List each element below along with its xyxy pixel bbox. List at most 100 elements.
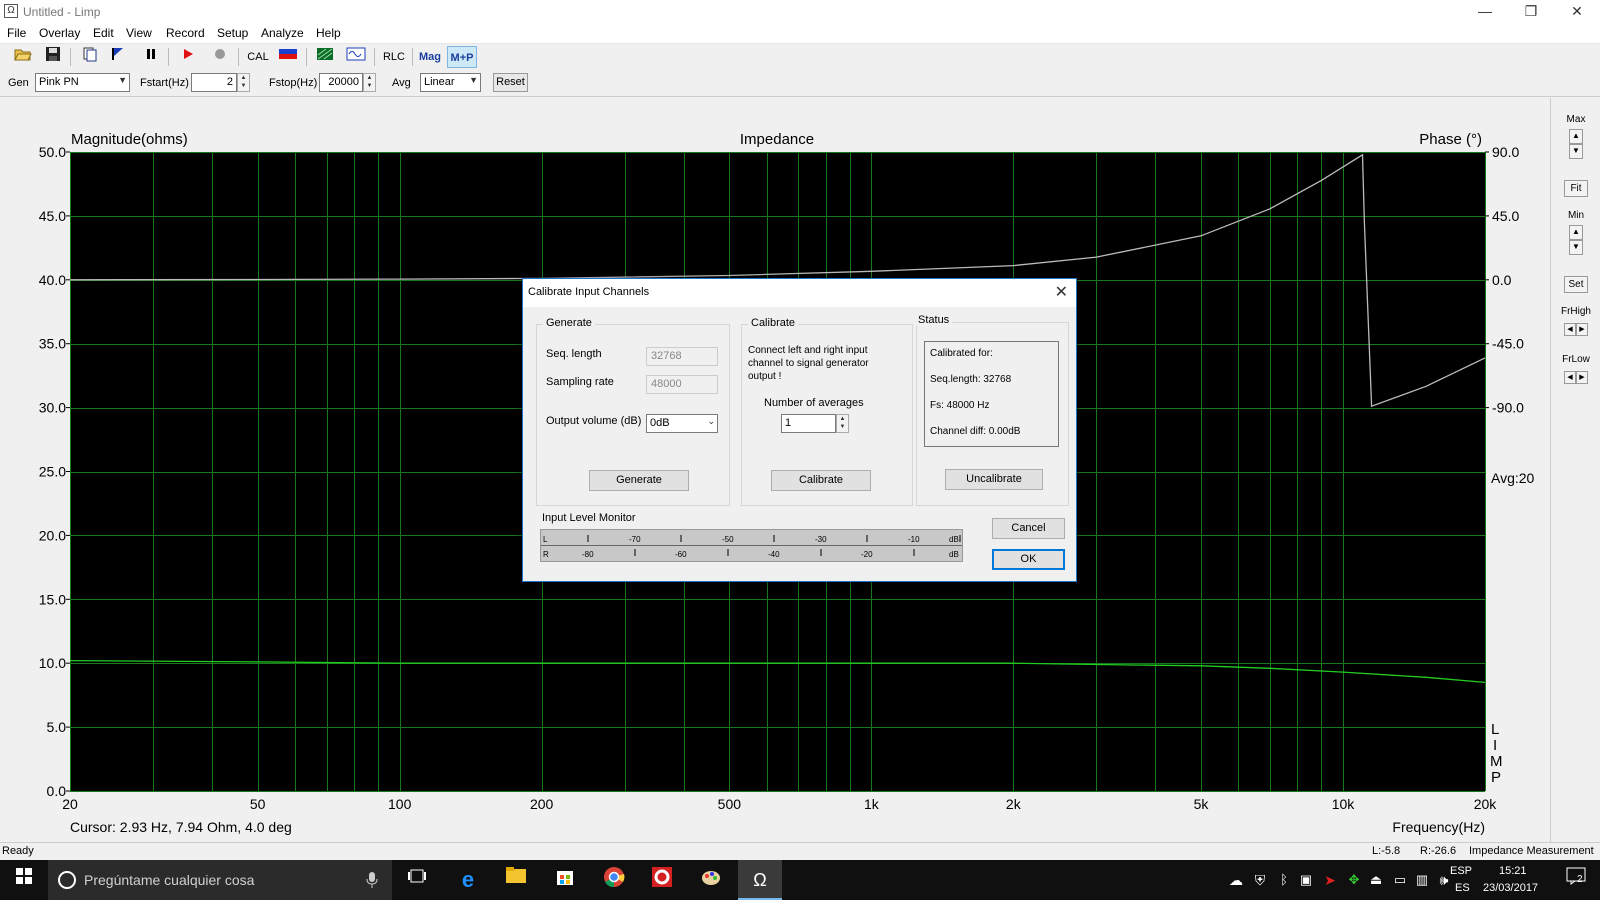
- clock-date[interactable]: 23/03/2017: [1483, 882, 1538, 894]
- output-volume-select[interactable]: 0dB ⌄: [646, 414, 718, 433]
- chart-title: Impedance: [740, 131, 814, 148]
- menu-help[interactable]: Help: [316, 26, 341, 40]
- menu-view[interactable]: View: [126, 26, 152, 40]
- x-tick-label: 200: [530, 796, 554, 812]
- frlow-right-button[interactable]: ▶: [1576, 371, 1588, 384]
- frlow-left-button[interactable]: ◀: [1564, 371, 1576, 384]
- chevron-down-icon: ⌄: [707, 416, 715, 426]
- frhigh-right-button[interactable]: ▶: [1576, 323, 1588, 336]
- averages-input[interactable]: 1: [781, 414, 836, 433]
- gen-select-value: Pink PN: [39, 76, 79, 88]
- meter-tick: -20: [861, 550, 873, 559]
- magnitude-axis-title: Magnitude(ohms): [71, 131, 188, 148]
- meter-tick: -60: [675, 550, 687, 559]
- fstop-input[interactable]: 20000: [319, 73, 363, 92]
- min-up-button[interactable]: ▲: [1569, 225, 1583, 240]
- calibrate-button[interactable]: Calibrate: [771, 470, 871, 491]
- task-view-icon[interactable]: [403, 866, 431, 894]
- ok-button[interactable]: OK: [992, 549, 1065, 570]
- avg-count-label: Avg:20: [1491, 470, 1535, 486]
- windows-start-icon[interactable]: [10, 866, 38, 894]
- title-bar: Ω Untitled - Limp — ❐ ✕: [0, 0, 1600, 24]
- x-tick-label: 1k: [864, 796, 880, 812]
- meter-tick: R: [543, 550, 549, 559]
- record-icon[interactable]: [209, 46, 231, 68]
- fstop-stepper[interactable]: ▲ ▼: [363, 73, 376, 92]
- phase-tick-label: 45.0: [1492, 208, 1519, 224]
- open-icon[interactable]: [12, 46, 34, 68]
- meter-tick: -30: [815, 535, 827, 544]
- max-up-button[interactable]: ▲: [1569, 129, 1583, 144]
- cancel-button[interactable]: Cancel: [992, 518, 1065, 539]
- cal-button[interactable]: CAL: [244, 46, 272, 68]
- fstart-input[interactable]: 2: [191, 73, 237, 92]
- grid-icon[interactable]: [314, 46, 336, 68]
- taskbar-search[interactable]: Pregúntame cualquier cosa: [48, 860, 392, 900]
- file-explorer-icon[interactable]: [502, 866, 530, 894]
- lang-indicator[interactable]: ESP: [1450, 865, 1472, 877]
- wave-icon[interactable]: [345, 46, 367, 68]
- mag-button[interactable]: Mag: [416, 46, 444, 68]
- y-tick-label: 35.0: [39, 336, 66, 352]
- max-down-button[interactable]: ▼: [1569, 144, 1583, 159]
- chevron-down-icon: ▼: [118, 75, 127, 85]
- play-icon[interactable]: [177, 46, 199, 68]
- menu-edit[interactable]: Edit: [93, 26, 114, 40]
- clock-time[interactable]: 15:21: [1499, 865, 1527, 877]
- fit-button[interactable]: Fit: [1564, 180, 1588, 197]
- flag-icon[interactable]: [107, 46, 129, 68]
- copy-icon[interactable]: [79, 46, 101, 68]
- reset-button[interactable]: Reset: [493, 73, 528, 92]
- microphone-icon[interactable]: [366, 872, 378, 888]
- min-label: Min: [1567, 210, 1585, 221]
- x-tick-label: 20k: [1474, 796, 1498, 812]
- menu-file[interactable]: File: [7, 26, 26, 40]
- limp-app-icon[interactable]: Ω: [738, 860, 782, 900]
- app-icon: Ω: [4, 4, 18, 18]
- minimize-button[interactable]: —: [1462, 0, 1508, 24]
- chrome-icon[interactable]: [600, 866, 628, 894]
- calibrate-group-title: Calibrate: [748, 317, 799, 329]
- ccleaner-icon[interactable]: [648, 866, 676, 894]
- output-volume-label: Output volume (dB): [546, 415, 642, 427]
- averages-stepper[interactable]: ▲ ▼: [836, 414, 849, 433]
- min-down-button[interactable]: ▼: [1569, 240, 1583, 255]
- menu-setup[interactable]: Setup: [217, 26, 248, 40]
- dialog-close-icon[interactable]: ✕: [1055, 282, 1068, 302]
- color-icon[interactable]: [277, 46, 299, 68]
- mode-indicator: Impedance Measurement: [1469, 845, 1594, 857]
- close-button[interactable]: ✕: [1554, 0, 1600, 24]
- status-line: Seq.length: 32768: [930, 374, 1012, 385]
- meter-tick: L: [543, 535, 548, 544]
- save-icon[interactable]: [42, 46, 64, 68]
- edge-icon[interactable]: e: [454, 866, 482, 894]
- menu-analyze[interactable]: Analyze: [261, 26, 304, 40]
- paint-icon[interactable]: [697, 866, 725, 894]
- menu-overlay[interactable]: Overlay: [39, 26, 80, 40]
- fstart-stepper[interactable]: ▲ ▼: [237, 73, 250, 92]
- notifications-icon[interactable]: 2: [1562, 866, 1590, 894]
- avg-select[interactable]: Linear ▼: [420, 73, 481, 92]
- store-icon[interactable]: [551, 866, 579, 894]
- generator-row: Gen Pink PN ▼ Fstart(Hz) 2 ▲ ▼ Fstop(Hz) …: [0, 69, 1600, 97]
- phase-tick-label: 90.0: [1492, 144, 1519, 160]
- gen-select[interactable]: Pink PN ▼: [35, 73, 130, 92]
- rlc-button[interactable]: RLC: [380, 46, 408, 68]
- menu-record[interactable]: Record: [166, 26, 205, 40]
- status-line: Fs: 48000 Hz: [930, 400, 990, 411]
- phase-axis-title: Phase (°): [1419, 131, 1482, 148]
- pause-icon[interactable]: [140, 46, 162, 68]
- dialog-title-bar: Calibrate Input Channels ✕: [523, 279, 1076, 307]
- frhigh-left-button[interactable]: ◀: [1564, 323, 1576, 336]
- maximize-button[interactable]: ❐: [1508, 0, 1554, 24]
- max-label: Max: [1566, 114, 1586, 125]
- x-tick-label: 20: [62, 796, 78, 812]
- seq-length-label: Seq. length: [546, 348, 602, 360]
- generate-group: Generate Seq. length 32768 Sampling rate…: [536, 317, 730, 506]
- right-level: R:-26.6: [1420, 845, 1457, 857]
- mp-button[interactable]: M+P: [447, 46, 477, 68]
- set-button[interactable]: Set: [1564, 276, 1588, 293]
- uncalibrate-button[interactable]: Uncalibrate: [945, 469, 1043, 490]
- y-tick-label: 40.0: [39, 272, 66, 288]
- generate-button[interactable]: Generate: [589, 470, 689, 491]
